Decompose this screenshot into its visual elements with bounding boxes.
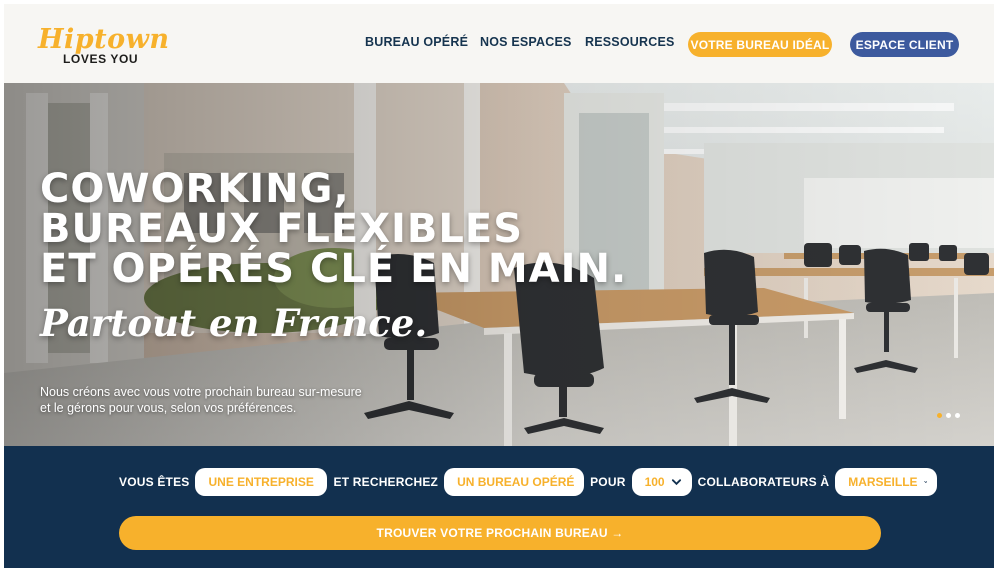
office-type-select[interactable]: UN BUREAU OPÉRÉ (444, 468, 585, 496)
logo[interactable]: Hiptown LOVES YOU (38, 24, 170, 69)
headcount-value: 100 (644, 475, 665, 489)
chevron-down-icon (671, 479, 681, 486)
hero-title-line-3: ET OPÉRÉS CLÉ EN MAIN. (40, 246, 628, 292)
search-band: VOUS ÊTES UNE ENTREPRISE ET RECHERCHEZ U… (4, 446, 994, 568)
entity-type-value: UNE ENTREPRISE (208, 475, 314, 489)
carousel-dot-2[interactable] (946, 413, 951, 418)
logo-wordmark: Hiptown (38, 24, 170, 55)
find-office-button[interactable]: TROUVER VOTRE PROCHAIN BUREAU → (119, 516, 881, 550)
page: Hiptown LOVES YOU BUREAU OPÉRÉ NOS ESPAC… (4, 4, 994, 568)
nav-ressources[interactable]: RESSOURCES (585, 35, 675, 49)
nav-bureau-opere[interactable]: BUREAU OPÉRÉ (365, 35, 468, 49)
hero-title-line-2: BUREAUX FLEXIBLES (40, 206, 524, 252)
hero-title: COWORKING, BUREAUX FLEXIBLES ET OPÉRÉS C… (40, 169, 627, 289)
site-header: Hiptown LOVES YOU BUREAU OPÉRÉ NOS ESPAC… (4, 4, 994, 83)
hero-title-line-1: COWORKING, (40, 166, 350, 212)
carousel-dot-1[interactable] (937, 413, 942, 418)
hero-description-line-2: et le gérons pour vous, selon vos préfér… (40, 401, 297, 415)
carousel-dot-3[interactable] (955, 413, 960, 418)
entity-type-select[interactable]: UNE ENTREPRISE (195, 468, 328, 496)
logo-tagline: LOVES YOU (63, 52, 139, 66)
city-value: MARSEILLE (848, 475, 918, 489)
nav-nos-espaces[interactable]: NOS ESPACES (480, 35, 572, 49)
hero-description-line-1: Nous créons avec vous votre prochain bur… (40, 385, 362, 399)
label-pour: POUR (590, 475, 626, 489)
votre-bureau-ideal-button[interactable]: VOTRE BUREAU IDÉAL (688, 32, 832, 57)
search-criteria-row: VOUS ÊTES UNE ENTREPRISE ET RECHERCHEZ U… (119, 468, 938, 496)
hero-subtitle: Partout en France. (40, 301, 428, 345)
office-type-value: UN BUREAU OPÉRÉ (457, 475, 575, 489)
label-collaborateurs: COLLABORATEURS À (697, 475, 830, 489)
label-et-recherchez: ET RECHERCHEZ (333, 475, 439, 489)
hero-banner: COWORKING, BUREAUX FLEXIBLES ET OPÉRÉS C… (4, 83, 994, 446)
carousel-dots (937, 413, 960, 418)
city-select[interactable]: MARSEILLE (835, 468, 938, 496)
chevron-down-icon (923, 481, 927, 484)
espace-client-button[interactable]: ESPACE CLIENT (850, 32, 959, 57)
label-vous-etes: VOUS ÊTES (119, 475, 190, 489)
hero-description: Nous créons avec vous votre prochain bur… (40, 384, 362, 416)
headcount-select[interactable]: 100 (631, 468, 692, 496)
